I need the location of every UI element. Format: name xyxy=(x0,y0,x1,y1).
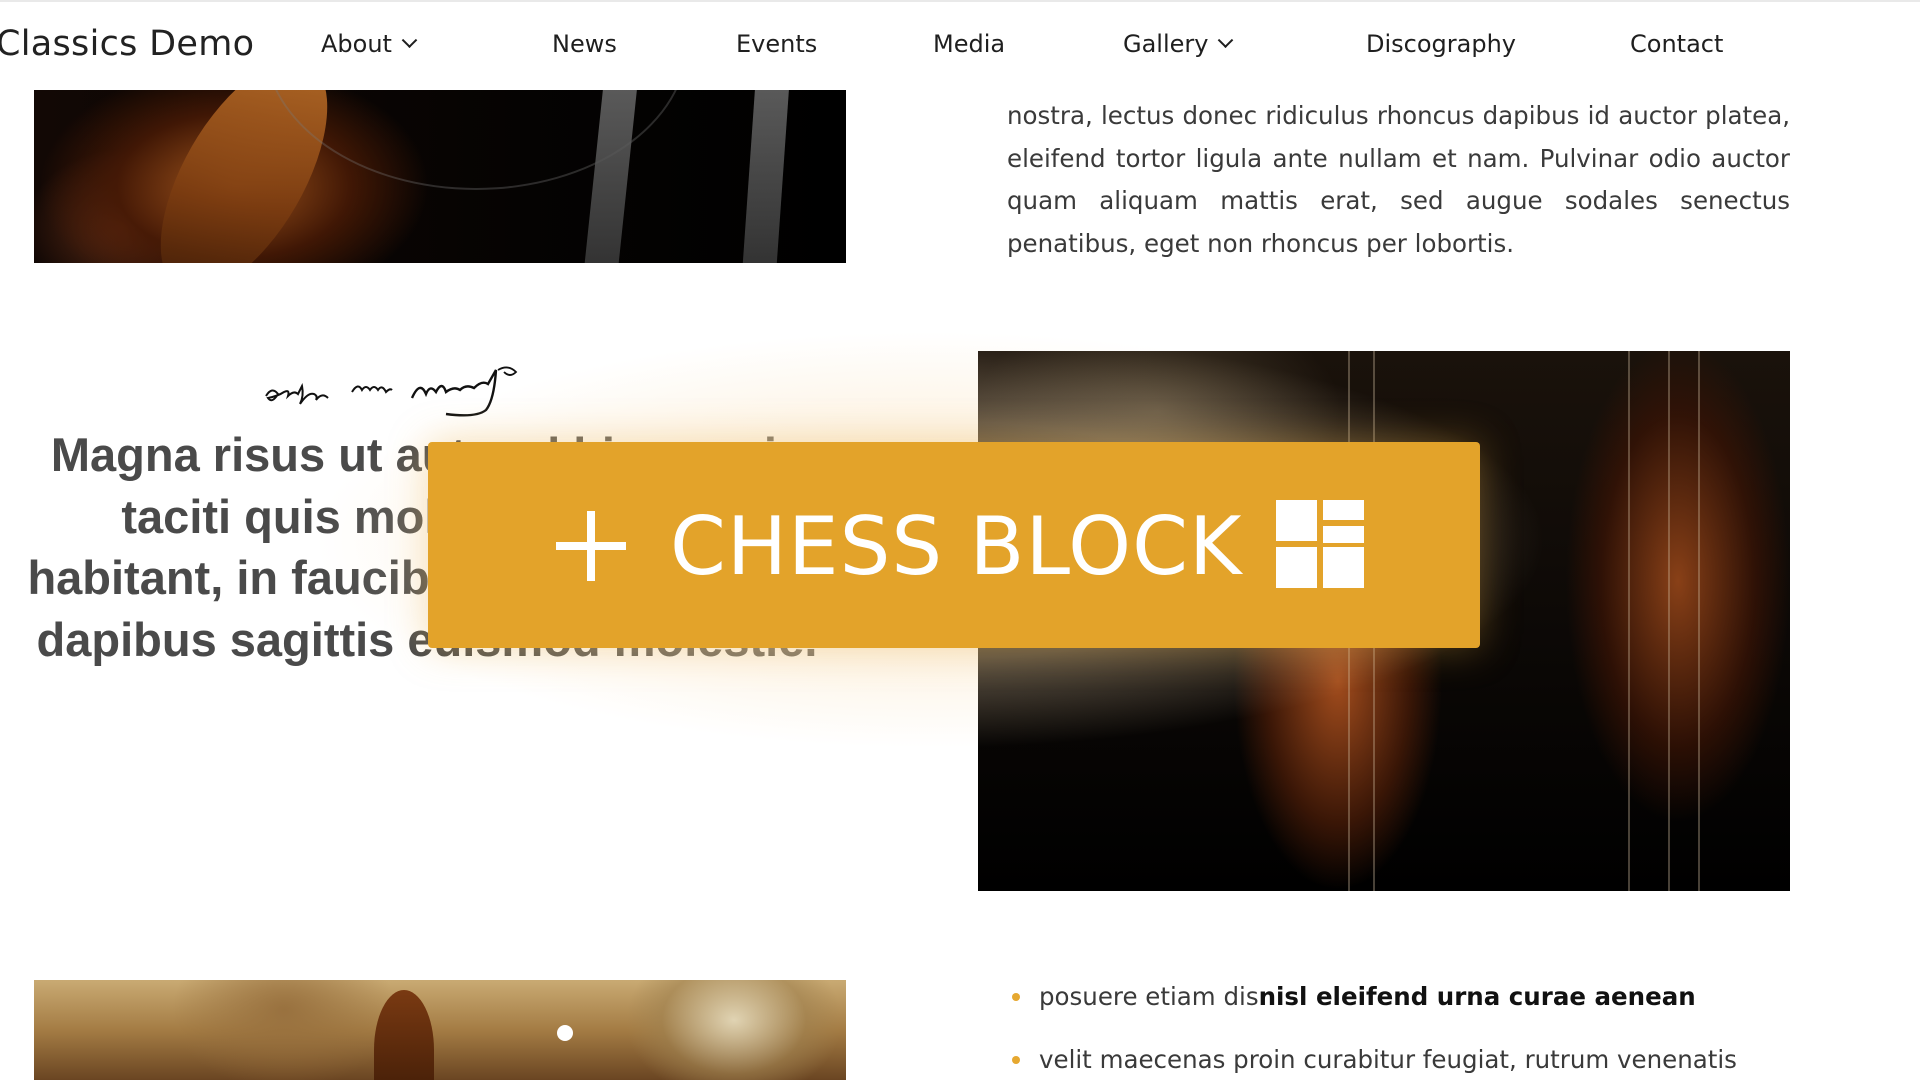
top-navbar: Classics Demo About News Events Media Ga… xyxy=(0,0,1920,90)
nav-item-label: About xyxy=(321,30,392,58)
intro-paragraph: nostra, lectus donec ridiculus rhoncus d… xyxy=(1007,101,1790,258)
bullet-dot-icon xyxy=(1012,992,1020,1001)
chevron-down-icon xyxy=(1218,31,1234,48)
nav-item-events[interactable]: Events xyxy=(736,30,817,58)
list-item: velit maecenas proin curabitur feugiat, … xyxy=(1012,1045,1737,1074)
layout-grid-icon xyxy=(1276,500,1364,588)
list-item-bold-text: nisl eleifend urna curae aenean xyxy=(1258,982,1696,1011)
list-item-text: posuere etiam dis xyxy=(1039,982,1259,1011)
concert-hall-photo xyxy=(34,980,846,1080)
nav-item-label: Media xyxy=(933,30,1006,58)
site-logo[interactable]: Classics Demo xyxy=(0,24,254,64)
nav-item-label: News xyxy=(552,30,617,58)
nav-item-label: Discography xyxy=(1366,30,1516,58)
nav-item-gallery[interactable]: Gallery xyxy=(1123,30,1234,58)
chevron-down-icon xyxy=(401,31,418,48)
page: Classics Demo About News Events Media Ga… xyxy=(0,0,1920,1080)
nav-item-label: Events xyxy=(736,30,818,58)
nav-item-label: Contact xyxy=(1630,30,1724,58)
chess-block-label: CHESS BLOCK xyxy=(670,500,1243,593)
nav-item-news[interactable]: News xyxy=(552,30,617,58)
list-item-text: velit maecenas proin curabitur feugiat, … xyxy=(1039,1045,1737,1074)
signature-image xyxy=(265,366,518,417)
list-item: posuere etiam dis nisl eleifend urna cur… xyxy=(1012,982,1696,1011)
nav-item-label: Gallery xyxy=(1123,30,1209,58)
cello-photo-top xyxy=(34,86,846,263)
nav-item-media[interactable]: Media xyxy=(933,30,1005,58)
nav-item-discography[interactable]: Discography xyxy=(1366,30,1516,58)
plus-icon xyxy=(556,511,626,581)
chess-block-banner[interactable]: CHESS BLOCK xyxy=(428,442,1480,648)
bullet-dot-icon xyxy=(1012,1055,1020,1064)
nav-item-about[interactable]: About xyxy=(321,30,418,58)
nav-item-contact[interactable]: Contact xyxy=(1630,30,1723,58)
